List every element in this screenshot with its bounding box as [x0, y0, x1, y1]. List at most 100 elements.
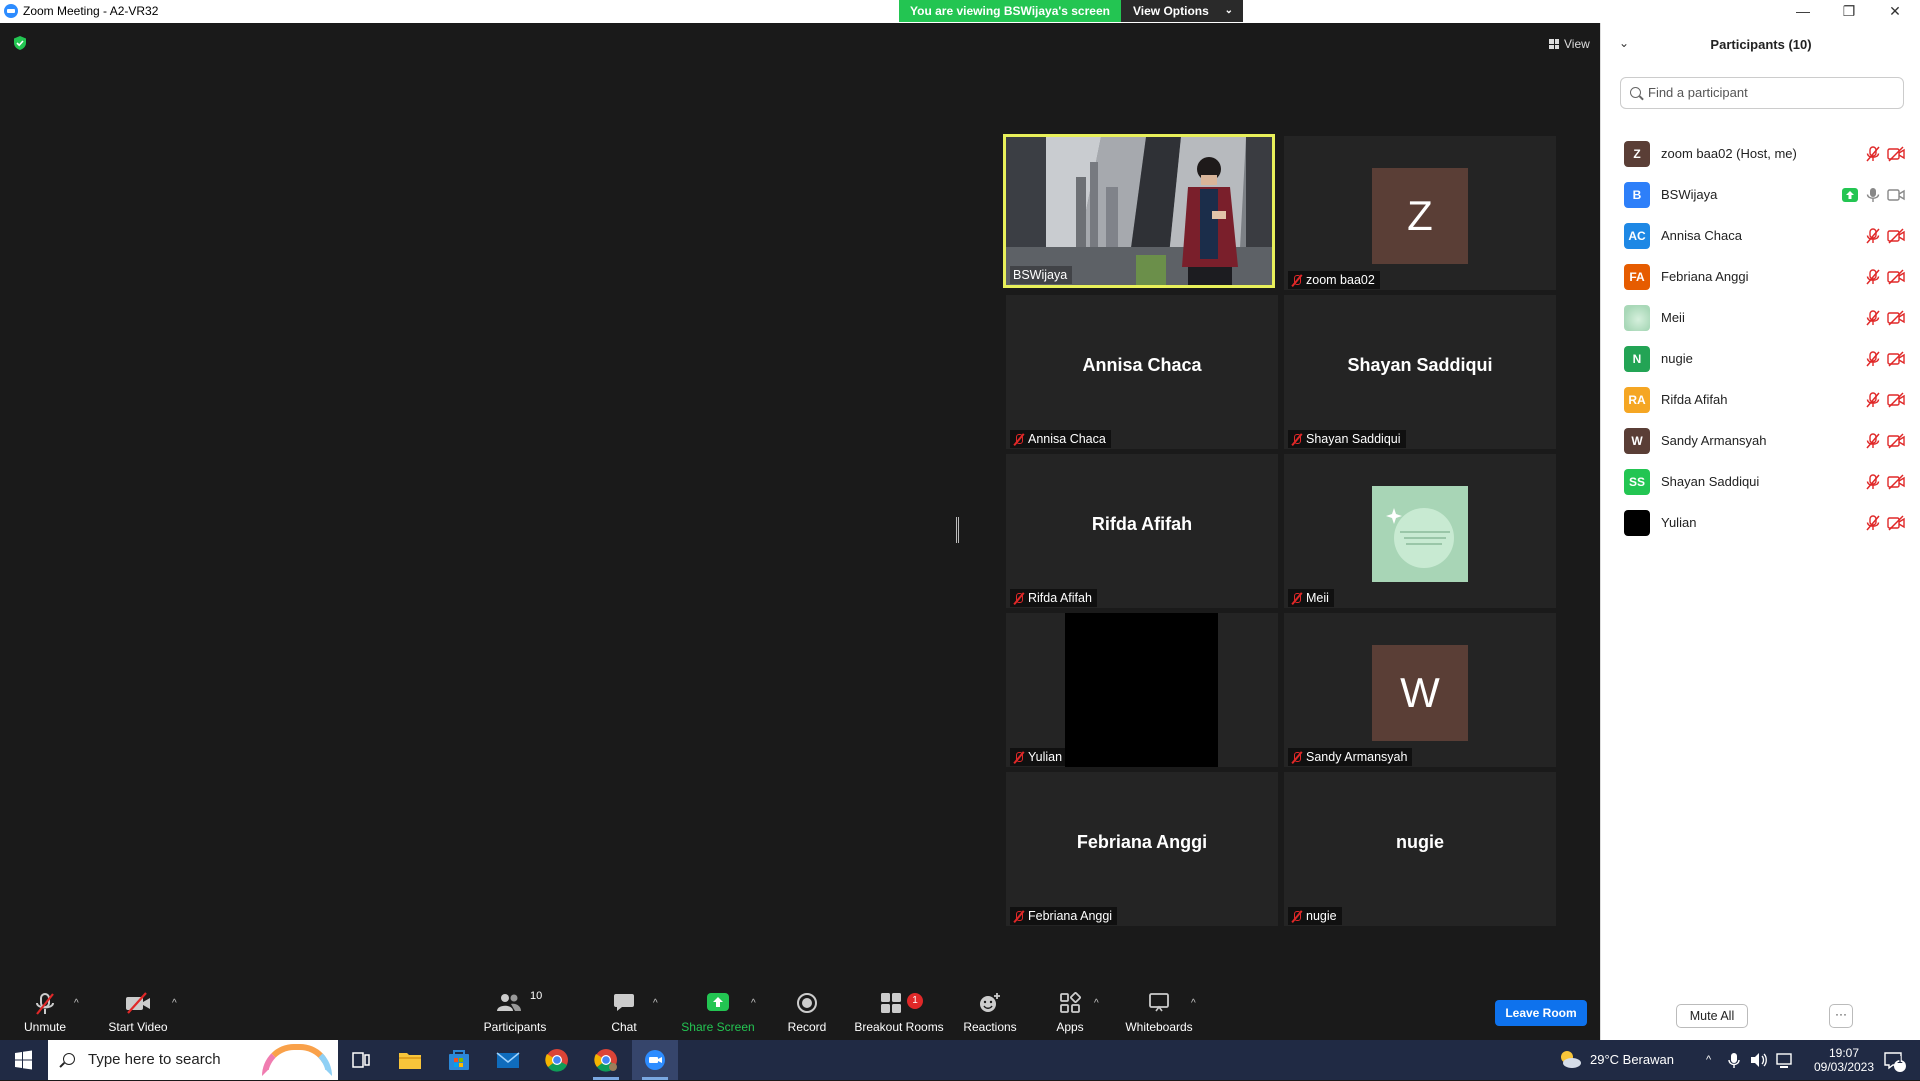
- more-options-button[interactable]: ···: [1829, 1004, 1853, 1028]
- avatar: Z: [1372, 168, 1468, 264]
- tile-name-label: Yulian: [1010, 748, 1068, 766]
- notifications-icon[interactable]: [1878, 1040, 1908, 1080]
- zoom-taskbar-icon[interactable]: [632, 1040, 678, 1080]
- video-off-icon[interactable]: [1887, 146, 1905, 162]
- start-video-button[interactable]: Start Video: [104, 980, 172, 1040]
- video-tile-shayan-saddiqui[interactable]: Shayan Saddiqui Shayan Saddiqui: [1284, 295, 1556, 449]
- mic-muted-icon[interactable]: [1865, 310, 1881, 326]
- participant-row[interactable]: B BSWijaya: [1601, 174, 1920, 215]
- whiteboards-options-caret[interactable]: ^: [1191, 998, 1196, 1009]
- minimize-button[interactable]: —: [1780, 0, 1826, 22]
- mail-icon[interactable]: [485, 1040, 531, 1080]
- windows-taskbar: Type here to search 29°C Berawan ^ 19:07: [0, 1040, 1920, 1080]
- share-options-caret[interactable]: ^: [751, 998, 756, 1009]
- apps-button[interactable]: Apps: [1050, 980, 1090, 1040]
- chat-options-caret[interactable]: ^: [653, 998, 658, 1009]
- video-tile-sandy-armansyah[interactable]: W Sandy Armansyah: [1284, 613, 1556, 767]
- task-view-icon[interactable]: [338, 1040, 384, 1080]
- restore-button[interactable]: ❐: [1826, 0, 1872, 22]
- file-explorer-icon[interactable]: [387, 1040, 433, 1080]
- participant-row[interactable]: W Sandy Armansyah: [1601, 420, 1920, 461]
- participant-row[interactable]: FA Febriana Anggi: [1601, 256, 1920, 297]
- participants-button[interactable]: 10 Participants: [480, 980, 550, 1040]
- video-tile-zoom-baa02[interactable]: Z zoom baa02: [1284, 136, 1556, 290]
- video-off-icon[interactable]: [1887, 351, 1905, 367]
- participant-name: Annisa Chaca: [1028, 432, 1106, 446]
- view-options-button[interactable]: View Options ⌄: [1121, 0, 1243, 22]
- mic-muted-icon[interactable]: [1865, 392, 1881, 408]
- participant-row[interactable]: SS Shayan Saddiqui: [1601, 461, 1920, 502]
- participant-row[interactable]: Yulian: [1601, 502, 1920, 543]
- profile-picture: [1372, 486, 1468, 582]
- share-screen-button[interactable]: Share Screen: [680, 980, 756, 1040]
- participant-row[interactable]: AC Annisa Chaca: [1601, 215, 1920, 256]
- video-tile-yulian[interactable]: Yulian: [1006, 613, 1278, 767]
- apps-options-caret[interactable]: ^: [1094, 998, 1099, 1009]
- video-off-icon[interactable]: [1887, 392, 1905, 408]
- video-off-icon[interactable]: [1887, 515, 1905, 531]
- mic-muted-icon[interactable]: [1865, 433, 1881, 449]
- mic-muted-icon[interactable]: [1865, 474, 1881, 490]
- chrome-profile-icon[interactable]: [583, 1040, 629, 1080]
- video-off-icon[interactable]: [1887, 310, 1905, 326]
- audio-options-caret[interactable]: ^: [74, 998, 79, 1009]
- taskbar-search-box[interactable]: Type here to search: [48, 1040, 338, 1080]
- video-icon[interactable]: [1887, 187, 1905, 203]
- security-shield-icon: [14, 36, 26, 50]
- mic-muted-icon[interactable]: [1865, 269, 1881, 285]
- tile-name-label: zoom baa02: [1288, 271, 1380, 289]
- video-options-caret[interactable]: ^: [172, 998, 177, 1009]
- grid-view-icon: [1549, 39, 1559, 49]
- microsoft-store-icon[interactable]: [436, 1040, 482, 1080]
- split-divider-handle[interactable]: [956, 517, 959, 543]
- mic-muted-icon[interactable]: [1865, 228, 1881, 244]
- video-off-icon[interactable]: [1887, 474, 1905, 490]
- participant-name: nugie: [1306, 909, 1337, 923]
- network-icon[interactable]: [1774, 1040, 1794, 1080]
- mic-icon[interactable]: [1865, 187, 1881, 203]
- mute-all-button[interactable]: Mute All: [1676, 1004, 1748, 1028]
- weather-text[interactable]: 29°C Berawan: [1590, 1040, 1674, 1080]
- meeting-toolbar: Unmute ^ Start Video ^ 10 Participants C…: [0, 980, 1600, 1040]
- unmute-button[interactable]: Unmute: [14, 980, 76, 1040]
- show-hidden-icons-chevron[interactable]: ^: [1706, 1040, 1711, 1080]
- video-tile-annisa-chaca[interactable]: Annisa Chaca Annisa Chaca: [1006, 295, 1278, 449]
- search-highlight-image: [262, 1044, 332, 1076]
- taskbar-search-placeholder: Type here to search: [88, 1051, 221, 1068]
- video-off-icon[interactable]: [1887, 228, 1905, 244]
- video-tile-meii[interactable]: Meii: [1284, 454, 1556, 608]
- close-button[interactable]: ✕: [1872, 0, 1918, 22]
- participant-name: Yulian: [1661, 515, 1697, 530]
- reactions-button[interactable]: Reactions: [962, 980, 1018, 1040]
- mic-muted-icon[interactable]: [1865, 351, 1881, 367]
- participant-row[interactable]: Nnugie: [1601, 338, 1920, 379]
- video-tile-bswijaya[interactable]: BSWijaya: [1003, 134, 1275, 288]
- view-button[interactable]: View: [1541, 33, 1598, 55]
- whiteboards-label: Whiteboards: [1125, 1020, 1193, 1034]
- find-participant-input[interactable]: Find a participant: [1620, 77, 1904, 109]
- chrome-icon[interactable]: [534, 1040, 580, 1080]
- video-tile-febriana-anggi[interactable]: Febriana Anggi Febriana Anggi: [1006, 772, 1278, 926]
- windows-start-icon[interactable]: [0, 1040, 46, 1080]
- leave-room-button[interactable]: Leave Room: [1495, 1000, 1587, 1026]
- search-icon: [63, 1053, 75, 1065]
- mic-muted-icon[interactable]: [1865, 515, 1881, 531]
- video-off-icon[interactable]: [1887, 269, 1905, 285]
- whiteboards-button[interactable]: Whiteboards: [1124, 980, 1194, 1040]
- participant-row[interactable]: RA Rifda Afifah: [1601, 379, 1920, 420]
- chat-button[interactable]: Chat: [600, 980, 648, 1040]
- microphone-tray-icon[interactable]: [1726, 1040, 1742, 1080]
- breakout-rooms-button[interactable]: 1 Breakout Rooms: [854, 980, 944, 1040]
- record-button[interactable]: Record: [784, 980, 830, 1040]
- mic-muted-icon[interactable]: [1865, 146, 1881, 162]
- volume-icon[interactable]: [1748, 1040, 1768, 1080]
- weather-icon[interactable]: [1556, 1040, 1584, 1080]
- participant-row[interactable]: Meii: [1601, 297, 1920, 338]
- video-tile-nugie[interactable]: nugie nugie: [1284, 772, 1556, 926]
- sharing-screen-icon: [1842, 188, 1858, 204]
- video-off-icon[interactable]: [1887, 433, 1905, 449]
- participant-row[interactable]: Zzoom baa02 (Host, me): [1601, 133, 1920, 174]
- video-tile-rifda-afifah[interactable]: Rifda Afifah Rifda Afifah: [1006, 454, 1278, 608]
- clock[interactable]: 19:07 09/03/2023: [1812, 1040, 1876, 1080]
- participant-avatar: [1624, 305, 1650, 331]
